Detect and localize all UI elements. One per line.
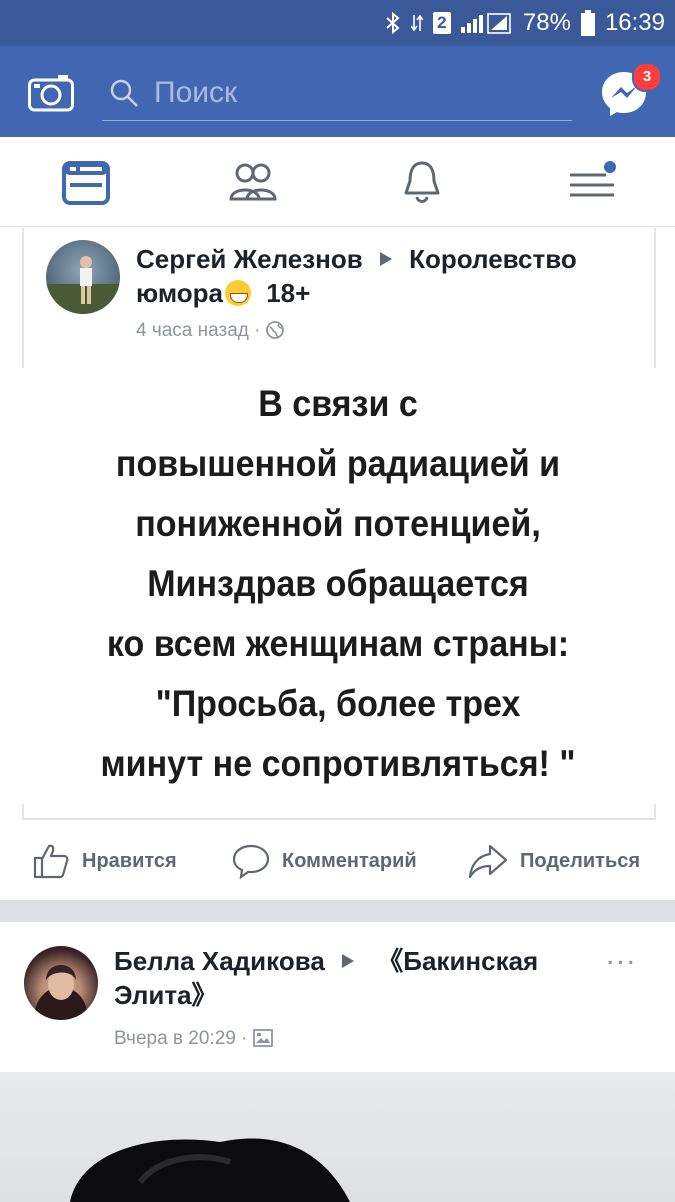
grinning-sweat-emoji: [224, 280, 251, 306]
post-author-line: Белла Хадикова 《Бакинская Элита》: [114, 944, 584, 1012]
bluetooth-icon: [386, 11, 400, 35]
comment-button[interactable]: Комментарий: [232, 842, 417, 880]
author-name[interactable]: Белла Хадикова: [114, 946, 325, 976]
tab-notifications[interactable]: [394, 155, 450, 211]
meme-line: Минздрав обращается: [147, 563, 529, 604]
post-timestamp-line: 4 часа назад ·: [136, 320, 284, 342]
avatar[interactable]: [24, 946, 98, 1020]
more-options-button[interactable]: ...: [606, 938, 637, 972]
meme-line: "Просьба, более трех: [155, 683, 521, 724]
post-card: Сергей Железнов Королевство юмора 18+ 4 …: [0, 228, 675, 900]
signal-icon: [460, 13, 511, 34]
post-card: Белла Хадикова 《Бакинская Элита》 ... Вчер…: [0, 922, 675, 1202]
post-image-bottom-frame: [22, 804, 656, 820]
separator-dot: ·: [241, 1028, 253, 1049]
meme-line: ко всем женщинам страны:: [106, 623, 570, 664]
avatar-person-icon: [34, 965, 88, 1020]
author-name[interactable]: Сергей Железнов: [136, 244, 363, 274]
separator-dot: ·: [254, 320, 266, 341]
comment-icon: [232, 844, 270, 880]
post-image-text[interactable]: В связи с повышенной радиацией и понижен…: [47, 374, 629, 814]
post-actions: Нравится Комментарий Поделиться: [0, 828, 675, 894]
photo-album-icon: [252, 1029, 273, 1047]
like-label: Нравится: [82, 849, 177, 872]
feed-divider: [0, 900, 675, 922]
tab-news-feed[interactable]: [58, 155, 114, 211]
search-icon: [110, 79, 138, 107]
battery-percent: 78%: [522, 9, 571, 36]
like-button[interactable]: Нравится: [32, 842, 177, 880]
camera-icon[interactable]: [28, 74, 74, 112]
comment-label: Комментарий: [282, 849, 417, 872]
tab-bar: [0, 137, 675, 227]
sim-2-icon: 2: [432, 12, 451, 34]
share-button[interactable]: Поделиться: [468, 842, 640, 880]
meme-line: В связи с: [258, 383, 418, 424]
post-timestamp-line: Вчера в 20:29 ·: [114, 1028, 273, 1050]
messenger-badge: 3: [632, 62, 662, 92]
status-icons: 2 78% 16:39: [385, 0, 665, 46]
group-name-line2: Элита》: [114, 980, 218, 1010]
post-photo[interactable]: [0, 1072, 675, 1202]
arrow-right-icon: [379, 252, 392, 266]
battery-icon: [580, 10, 595, 36]
meme-line: повышенной радиацией и: [115, 443, 561, 484]
status-bar: 2 78% 16:39: [0, 0, 675, 46]
app-bar: Поиск 3: [0, 46, 675, 137]
globe-icon: [265, 321, 284, 339]
search-bar[interactable]: Поиск: [102, 68, 572, 121]
group-name-line1: 《Бакинская: [377, 946, 539, 976]
post-timestamp[interactable]: 4 часа назад: [136, 320, 249, 341]
arrow-right-icon: [342, 954, 355, 968]
photo-silhouette: [70, 1138, 350, 1202]
group-suffix: 18+: [266, 278, 311, 308]
meme-line: минут не сопротивляться! ": [100, 743, 576, 784]
post-timestamp[interactable]: Вчера в 20:29: [114, 1028, 236, 1049]
clock: 16:39: [604, 9, 665, 36]
search-placeholder: Поиск: [154, 76, 238, 109]
avatar-person-icon: [46, 256, 120, 314]
post-author-line: Сергей Железнов Королевство юмора 18+: [136, 242, 636, 310]
thumbs-up-icon: [33, 844, 69, 879]
tab-friends[interactable]: [225, 155, 281, 211]
share-icon: [468, 844, 508, 879]
share-label: Поделиться: [520, 849, 641, 872]
data-arrows-icon: [410, 14, 423, 32]
avatar[interactable]: [46, 240, 120, 314]
meme-line: пониженной потенцией,: [135, 503, 541, 544]
tab-menu[interactable]: [564, 155, 620, 211]
